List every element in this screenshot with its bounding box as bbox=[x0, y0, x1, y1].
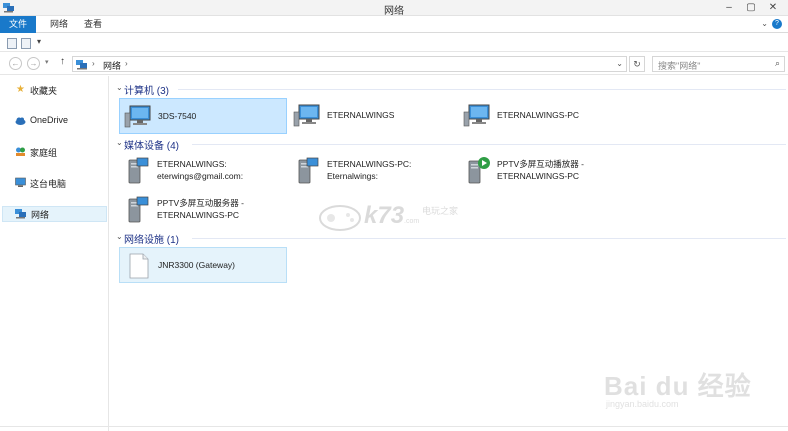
address-dropdown-icon[interactable]: ⌄ bbox=[616, 59, 623, 68]
sidebar-item-network[interactable]: 网络 bbox=[2, 206, 107, 222]
sidebar-item-homegroup[interactable]: 家庭组 bbox=[2, 144, 107, 160]
item-label-line1: ETERNALWINGS-PC: bbox=[327, 159, 412, 169]
tab-network[interactable]: 网络 bbox=[41, 16, 77, 33]
item-label-line2: ETERNALWINGS-PC bbox=[497, 171, 580, 181]
group-title: 网络设施 (1) bbox=[124, 235, 179, 246]
sidebar-item-onedrive[interactable]: OneDrive bbox=[2, 113, 107, 129]
k73-subtitle: 电玩之家 bbox=[422, 206, 459, 216]
window-controls: – ▢ ✕ bbox=[718, 0, 784, 15]
sidebar-item-label: OneDrive bbox=[30, 115, 69, 125]
baidu-logo-text: Bai du 经验 bbox=[604, 371, 752, 401]
item-label-line2: Eternalwings: bbox=[327, 171, 379, 181]
navigation-bar: ← → ▾ ↑ › 网络 › ⌄ ↻ 搜索"网络" ⌕ bbox=[0, 53, 788, 75]
address-bar[interactable]: › 网络 › ⌄ bbox=[72, 56, 627, 72]
media-server-icon bbox=[128, 196, 149, 223]
item-label: PPTV多屏互动播放器 - ETERNALWINGS-PC bbox=[497, 158, 584, 182]
up-button[interactable]: ↑ bbox=[60, 56, 65, 67]
close-button[interactable]: ✕ bbox=[762, 0, 784, 15]
customize-dropdown-icon[interactable]: ▾ bbox=[37, 37, 41, 46]
media-player-icon bbox=[468, 157, 490, 184]
minimize-button[interactable]: – bbox=[718, 0, 740, 15]
ribbon-tabs: 文件 网络 查看 ⌄ ? bbox=[0, 16, 788, 33]
tab-view[interactable]: 查看 bbox=[75, 16, 111, 33]
breadcrumb-network[interactable]: 网络 bbox=[103, 59, 121, 72]
item-label-line2: ETERNALWINGS-PC bbox=[157, 210, 240, 220]
title-bar: 网络 – ▢ ✕ bbox=[0, 0, 788, 17]
sidebar-item-label: 收藏夹 bbox=[30, 86, 58, 96]
baidu-url: jingyan.baidu.com bbox=[606, 399, 679, 409]
navigation-pane: ★ 收藏夹 OneDrive 家庭组 这台电脑 网络 bbox=[0, 76, 109, 431]
recent-locations-icon[interactable]: ▾ bbox=[45, 58, 49, 66]
computer-monitor-icon bbox=[293, 104, 320, 127]
media-server-icon bbox=[298, 157, 319, 184]
group-divider bbox=[192, 144, 786, 145]
forward-button[interactable]: → bbox=[27, 57, 40, 70]
item-label: ETERNALWINGS: eterwings@gmail.com: bbox=[157, 158, 243, 182]
help-icon[interactable]: ? bbox=[772, 19, 782, 29]
properties-icon[interactable] bbox=[7, 38, 17, 49]
item-label-line1: ETERNALWINGS: bbox=[157, 159, 227, 169]
media-device-eternalwings-pc[interactable]: ETERNALWINGS-PC: Eternalwings: bbox=[289, 153, 457, 189]
star-icon: ★ bbox=[16, 84, 25, 95]
item-label-line1: PPTV多屏互动播放器 - bbox=[497, 159, 584, 169]
tab-file[interactable]: 文件 bbox=[0, 16, 37, 33]
media-device-eternalwings[interactable]: ETERNALWINGS: eterwings@gmail.com: bbox=[119, 153, 287, 189]
network-device-jnr3300[interactable]: JNR3300 (Gateway) bbox=[119, 247, 287, 283]
computer-monitor-icon bbox=[124, 105, 151, 128]
status-bar bbox=[0, 426, 788, 431]
refresh-button[interactable]: ↻ bbox=[629, 56, 645, 72]
back-button[interactable]: ← bbox=[9, 57, 22, 70]
chevron-right-icon[interactable]: › bbox=[92, 59, 95, 68]
maximize-button[interactable]: ▢ bbox=[740, 0, 762, 15]
media-server-icon bbox=[128, 157, 149, 184]
network-item-eternalwings[interactable]: ETERNALWINGS bbox=[289, 98, 457, 134]
network-item-3ds-7540[interactable]: 3DS-7540 bbox=[119, 98, 287, 134]
baidu-jingyan-watermark: Bai du 经验 jingyan.baidu.com bbox=[604, 366, 754, 414]
search-box[interactable]: 搜索"网络" ⌕ bbox=[652, 56, 785, 72]
group-title: 计算机 (3) bbox=[124, 86, 169, 97]
network-icon bbox=[15, 209, 26, 219]
computer-monitor-icon bbox=[463, 104, 490, 127]
group-divider bbox=[192, 238, 786, 239]
new-folder-icon[interactable] bbox=[21, 38, 31, 49]
sidebar-item-favorites[interactable]: ★ 收藏夹 bbox=[2, 82, 107, 98]
search-icon[interactable]: ⌕ bbox=[775, 58, 780, 69]
window-title: 网络 bbox=[384, 6, 404, 17]
k73-watermark: k73 电玩之家 .com bbox=[318, 200, 478, 234]
group-header-media-devices[interactable]: ⌄ 媒体设备 (4) bbox=[116, 137, 786, 152]
chevron-down-icon[interactable]: ⌄ bbox=[116, 138, 123, 147]
item-label: PPTV多屏互动服务器 - ETERNALWINGS-PC bbox=[157, 197, 244, 221]
chevron-down-icon[interactable]: ⌄ bbox=[116, 83, 123, 92]
chevron-right-icon[interactable]: › bbox=[125, 59, 128, 68]
homegroup-icon bbox=[16, 147, 25, 156]
blank-document-icon bbox=[129, 253, 149, 279]
k73-url: .com bbox=[404, 218, 420, 225]
item-label: JNR3300 (Gateway) bbox=[158, 260, 236, 270]
item-label: ETERNALWINGS bbox=[327, 110, 395, 120]
chevron-down-icon[interactable]: ⌄ bbox=[116, 232, 123, 241]
cloud-icon bbox=[15, 117, 26, 125]
sidebar-item-this-pc[interactable]: 这台电脑 bbox=[2, 175, 107, 191]
media-device-pptv-server[interactable]: PPTV多屏互动服务器 - ETERNALWINGS-PC bbox=[119, 192, 287, 228]
k73-logo-text: k73 bbox=[364, 202, 405, 229]
sidebar-item-label: 家庭组 bbox=[30, 148, 58, 158]
search-input[interactable]: 搜索"网络" bbox=[658, 59, 700, 72]
sidebar-item-label: 这台电脑 bbox=[30, 179, 67, 189]
quick-access-toolbar: ▾ bbox=[0, 34, 788, 52]
sidebar-item-label: 网络 bbox=[31, 210, 50, 220]
item-label: 3DS-7540 bbox=[158, 111, 197, 121]
computer-icon bbox=[15, 177, 26, 187]
item-label: ETERNALWINGS-PC: Eternalwings: bbox=[327, 158, 411, 182]
gamepad-icon bbox=[319, 205, 361, 231]
item-label: ETERNALWINGS-PC bbox=[497, 110, 580, 120]
chevron-down-icon[interactable]: ⌄ bbox=[761, 19, 768, 28]
group-title: 媒体设备 (4) bbox=[124, 141, 179, 152]
media-device-pptv-player[interactable]: PPTV多屏互动播放器 - ETERNALWINGS-PC bbox=[459, 153, 627, 189]
group-divider bbox=[178, 89, 786, 90]
group-header-computers[interactable]: ⌄ 计算机 (3) bbox=[116, 82, 786, 97]
item-label-line1: PPTV多屏互动服务器 - bbox=[157, 198, 244, 208]
network-item-eternalwings-pc[interactable]: ETERNALWINGS-PC bbox=[459, 98, 627, 134]
network-folder-icon bbox=[76, 60, 87, 70]
item-label-line2: eterwings@gmail.com: bbox=[157, 171, 244, 181]
